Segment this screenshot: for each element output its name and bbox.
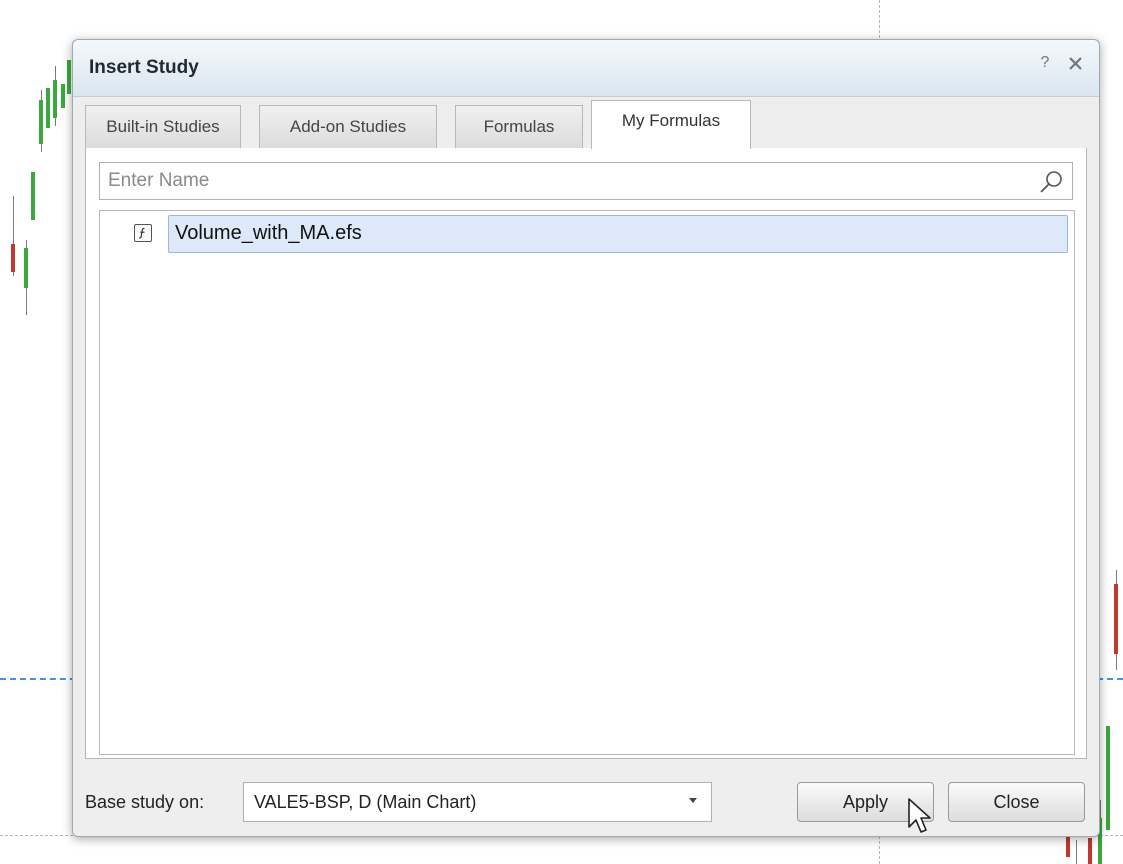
tab-built-in-studies[interactable]: Built-in Studies — [85, 105, 241, 148]
list-item[interactable]: Volume_with_MA.efs — [134, 215, 1070, 253]
help-button[interactable]: ? — [1037, 54, 1053, 74]
tab-add-on-studies[interactable]: Add-on Studies — [259, 105, 437, 148]
close-icon[interactable] — [1065, 51, 1087, 75]
chevron-down-icon[interactable] — [689, 798, 697, 803]
search-input[interactable] — [100, 163, 1020, 199]
candle — [1114, 584, 1118, 654]
list-item-label: Volume_with_MA.efs — [175, 222, 362, 244]
formula-file-icon — [134, 224, 152, 242]
candle — [61, 84, 65, 108]
candle — [1088, 838, 1092, 864]
tab-my-formulas[interactable]: My Formulas — [591, 100, 751, 149]
magnifier-glyph — [1040, 171, 1062, 193]
dialog-title: Insert Study — [89, 57, 199, 78]
tab-formulas[interactable]: Formulas — [455, 105, 583, 148]
candle — [67, 60, 71, 94]
candle — [53, 80, 57, 118]
candle — [11, 244, 15, 272]
base-study-value: VALE5-BSP, D (Main Chart) — [254, 792, 477, 812]
candle — [1066, 835, 1070, 857]
formula-list[interactable]: Volume_with_MA.efs — [99, 210, 1075, 755]
study-tabs: Built-in Studies Add-on Studies Formulas… — [85, 100, 1087, 149]
candle — [39, 100, 43, 144]
insert-study-dialog: Insert Study ? Built-in Studies Add-on S… — [72, 39, 1100, 837]
candle — [1106, 726, 1110, 830]
close-x-glyph — [1069, 57, 1082, 70]
mouse-cursor-icon — [908, 798, 931, 833]
base-study-select[interactable]: VALE5-BSP, D (Main Chart) — [243, 782, 712, 822]
selected-item-highlight[interactable]: Volume_with_MA.efs — [168, 215, 1068, 253]
formula-glyph — [138, 227, 145, 239]
base-study-label: Base study on: — [85, 792, 205, 812]
candle — [46, 88, 50, 128]
search-icon[interactable] — [1038, 169, 1064, 195]
candle-wick — [1076, 840, 1077, 864]
search-field[interactable] — [99, 162, 1073, 200]
close-button[interactable]: Close — [948, 782, 1085, 822]
dialog-titlebar[interactable]: Insert Study ? — [73, 40, 1099, 97]
candle — [24, 248, 28, 288]
candle — [31, 172, 35, 220]
my-formulas-panel: Volume_with_MA.efs — [85, 148, 1087, 759]
